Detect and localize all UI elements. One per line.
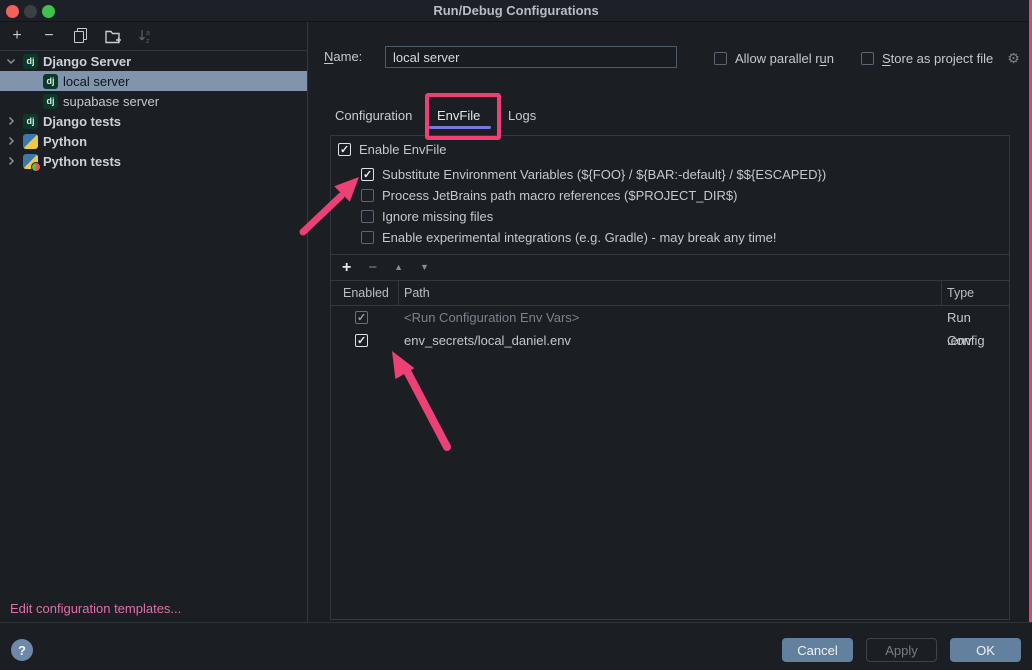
run-debug-configurations-dialog: Run/Debug Configurations + − az dj Djang… (0, 0, 1032, 670)
help-button[interactable]: ? (11, 639, 33, 661)
django-icon: dj (43, 94, 58, 109)
dialog-title: Run/Debug Configurations (0, 0, 1032, 21)
checkbox-box[interactable] (361, 189, 374, 202)
option-label: Process JetBrains path macro references … (382, 188, 737, 203)
experimental-integrations-checkbox[interactable]: Enable experimental integrations (e.g. G… (361, 230, 777, 245)
process-path-macros-checkbox[interactable]: Process JetBrains path macro references … (361, 188, 737, 203)
sort-configurations-icon[interactable]: az (136, 27, 154, 45)
python-test-icon (23, 154, 38, 169)
envfile-table-toolbar: + − ▲ ▼ (331, 255, 1009, 281)
name-label: Name: (324, 46, 362, 68)
active-tab-underline (429, 126, 491, 129)
checkbox-box[interactable] (361, 231, 374, 244)
column-header-path[interactable]: Path (404, 281, 430, 305)
option-label: Enable experimental integrations (e.g. G… (382, 230, 777, 245)
enabled-checkbox (355, 311, 368, 324)
ok-button[interactable]: OK (950, 638, 1021, 662)
move-up-icon[interactable]: ▲ (394, 263, 403, 272)
tree-item-local-server[interactable]: dj local server (0, 71, 307, 91)
add-configuration-icon[interactable]: + (8, 27, 26, 45)
table-row-run-config-env-vars[interactable]: <Run Configuration Env Vars> Run Config (331, 306, 1009, 329)
option-label: Enable EnvFile (359, 142, 446, 157)
checkbox-box[interactable] (861, 52, 874, 65)
python-icon (23, 134, 38, 149)
tab-envfile[interactable]: EnvFile (437, 106, 480, 126)
remove-env-file-icon[interactable]: − (368, 260, 377, 275)
enabled-checkbox[interactable] (355, 334, 368, 347)
django-icon: dj (23, 54, 38, 69)
option-label: Ignore missing files (382, 209, 493, 224)
title-bar: Run/Debug Configurations (0, 0, 1032, 22)
test-badge-icon (31, 162, 41, 172)
zoom-window-button[interactable] (42, 5, 55, 18)
column-header-enabled[interactable]: Enabled (343, 281, 389, 305)
checkbox-box[interactable] (714, 52, 727, 65)
tree-item-label: Django tests (43, 114, 121, 129)
close-window-button[interactable] (6, 5, 19, 18)
ignore-missing-files-checkbox[interactable]: Ignore missing files (361, 209, 493, 224)
svg-text:z: z (146, 38, 150, 44)
checkbox-box[interactable] (361, 210, 374, 223)
cancel-button[interactable]: Cancel (782, 638, 853, 662)
column-divider (398, 281, 399, 305)
checkbox-box[interactable] (338, 143, 351, 156)
configurations-sidebar: + − az dj Django Server dj local server … (0, 22, 308, 622)
django-icon: dj (43, 74, 58, 89)
svg-text:a: a (146, 30, 150, 37)
tree-item-python[interactable]: Python (0, 131, 307, 151)
name-input[interactable] (385, 46, 677, 68)
sidebar-toolbar: + − az (0, 22, 307, 51)
configuration-editor: Name: Allow parallel run Store as projec… (308, 22, 1032, 622)
allow-parallel-run-checkbox[interactable]: Allow parallel run (714, 51, 834, 66)
chevron-right-icon[interactable] (4, 154, 18, 168)
path-cell: <Run Configuration Env Vars> (404, 306, 579, 329)
chevron-right-icon[interactable] (4, 134, 18, 148)
move-down-icon[interactable]: ▼ (420, 263, 429, 272)
edit-configuration-templates-link[interactable]: Edit configuration templates... (10, 601, 181, 616)
remove-configuration-icon[interactable]: − (40, 27, 58, 45)
tree-item-python-tests[interactable]: Python tests (0, 151, 307, 171)
envfile-tab-panel: Enable EnvFile Substitute Environment Va… (330, 135, 1010, 620)
envfile-table-header: Enabled Path Type (331, 281, 1009, 306)
checkbox-box[interactable] (361, 168, 374, 181)
copy-configuration-icon[interactable] (72, 27, 90, 45)
tree-item-label: Python (43, 134, 87, 149)
tree-item-label: supabase server (63, 94, 159, 109)
allow-parallel-run-label: Allow parallel run (735, 51, 834, 66)
substitute-env-vars-checkbox[interactable]: Substitute Environment Variables (${FOO}… (361, 167, 826, 182)
store-as-project-file-label: Store as project file (882, 51, 993, 66)
tree-item-label: Django Server (43, 54, 131, 69)
add-env-file-icon[interactable]: + (342, 260, 351, 276)
new-folder-icon[interactable] (104, 27, 122, 45)
type-cell: .env (947, 329, 972, 352)
tree-item-label: Python tests (43, 154, 121, 169)
dialog-footer: ? Cancel Apply OK (0, 622, 1032, 670)
column-divider (941, 281, 942, 305)
tree-item-supabase-server[interactable]: dj supabase server (0, 91, 307, 111)
envfile-table: + − ▲ ▼ Enabled Path Type <Run Configura… (331, 254, 1009, 619)
tree-item-django-server[interactable]: dj Django Server (0, 51, 307, 71)
tab-logs[interactable]: Logs (508, 106, 536, 126)
tree-item-django-tests[interactable]: dj Django tests (0, 111, 307, 131)
table-row-env-secrets[interactable]: env_secrets/local_daniel.env .env (331, 329, 1009, 352)
chevron-right-icon[interactable] (4, 114, 18, 128)
store-as-project-file-checkbox[interactable]: Store as project file ⚙ (861, 51, 1020, 66)
tab-configuration[interactable]: Configuration (335, 106, 412, 126)
enable-envfile-checkbox[interactable]: Enable EnvFile (338, 142, 446, 157)
apply-button[interactable]: Apply (866, 638, 937, 662)
minimize-window-button[interactable] (24, 5, 37, 18)
django-test-icon: dj (23, 114, 38, 129)
option-label: Substitute Environment Variables (${FOO}… (382, 167, 826, 182)
tree-item-label: local server (63, 74, 129, 89)
path-cell: env_secrets/local_daniel.env (404, 329, 571, 352)
settings-gear-icon[interactable]: ⚙ (1007, 52, 1020, 65)
chevron-down-icon[interactable] (4, 54, 18, 68)
column-header-type[interactable]: Type (947, 281, 974, 305)
